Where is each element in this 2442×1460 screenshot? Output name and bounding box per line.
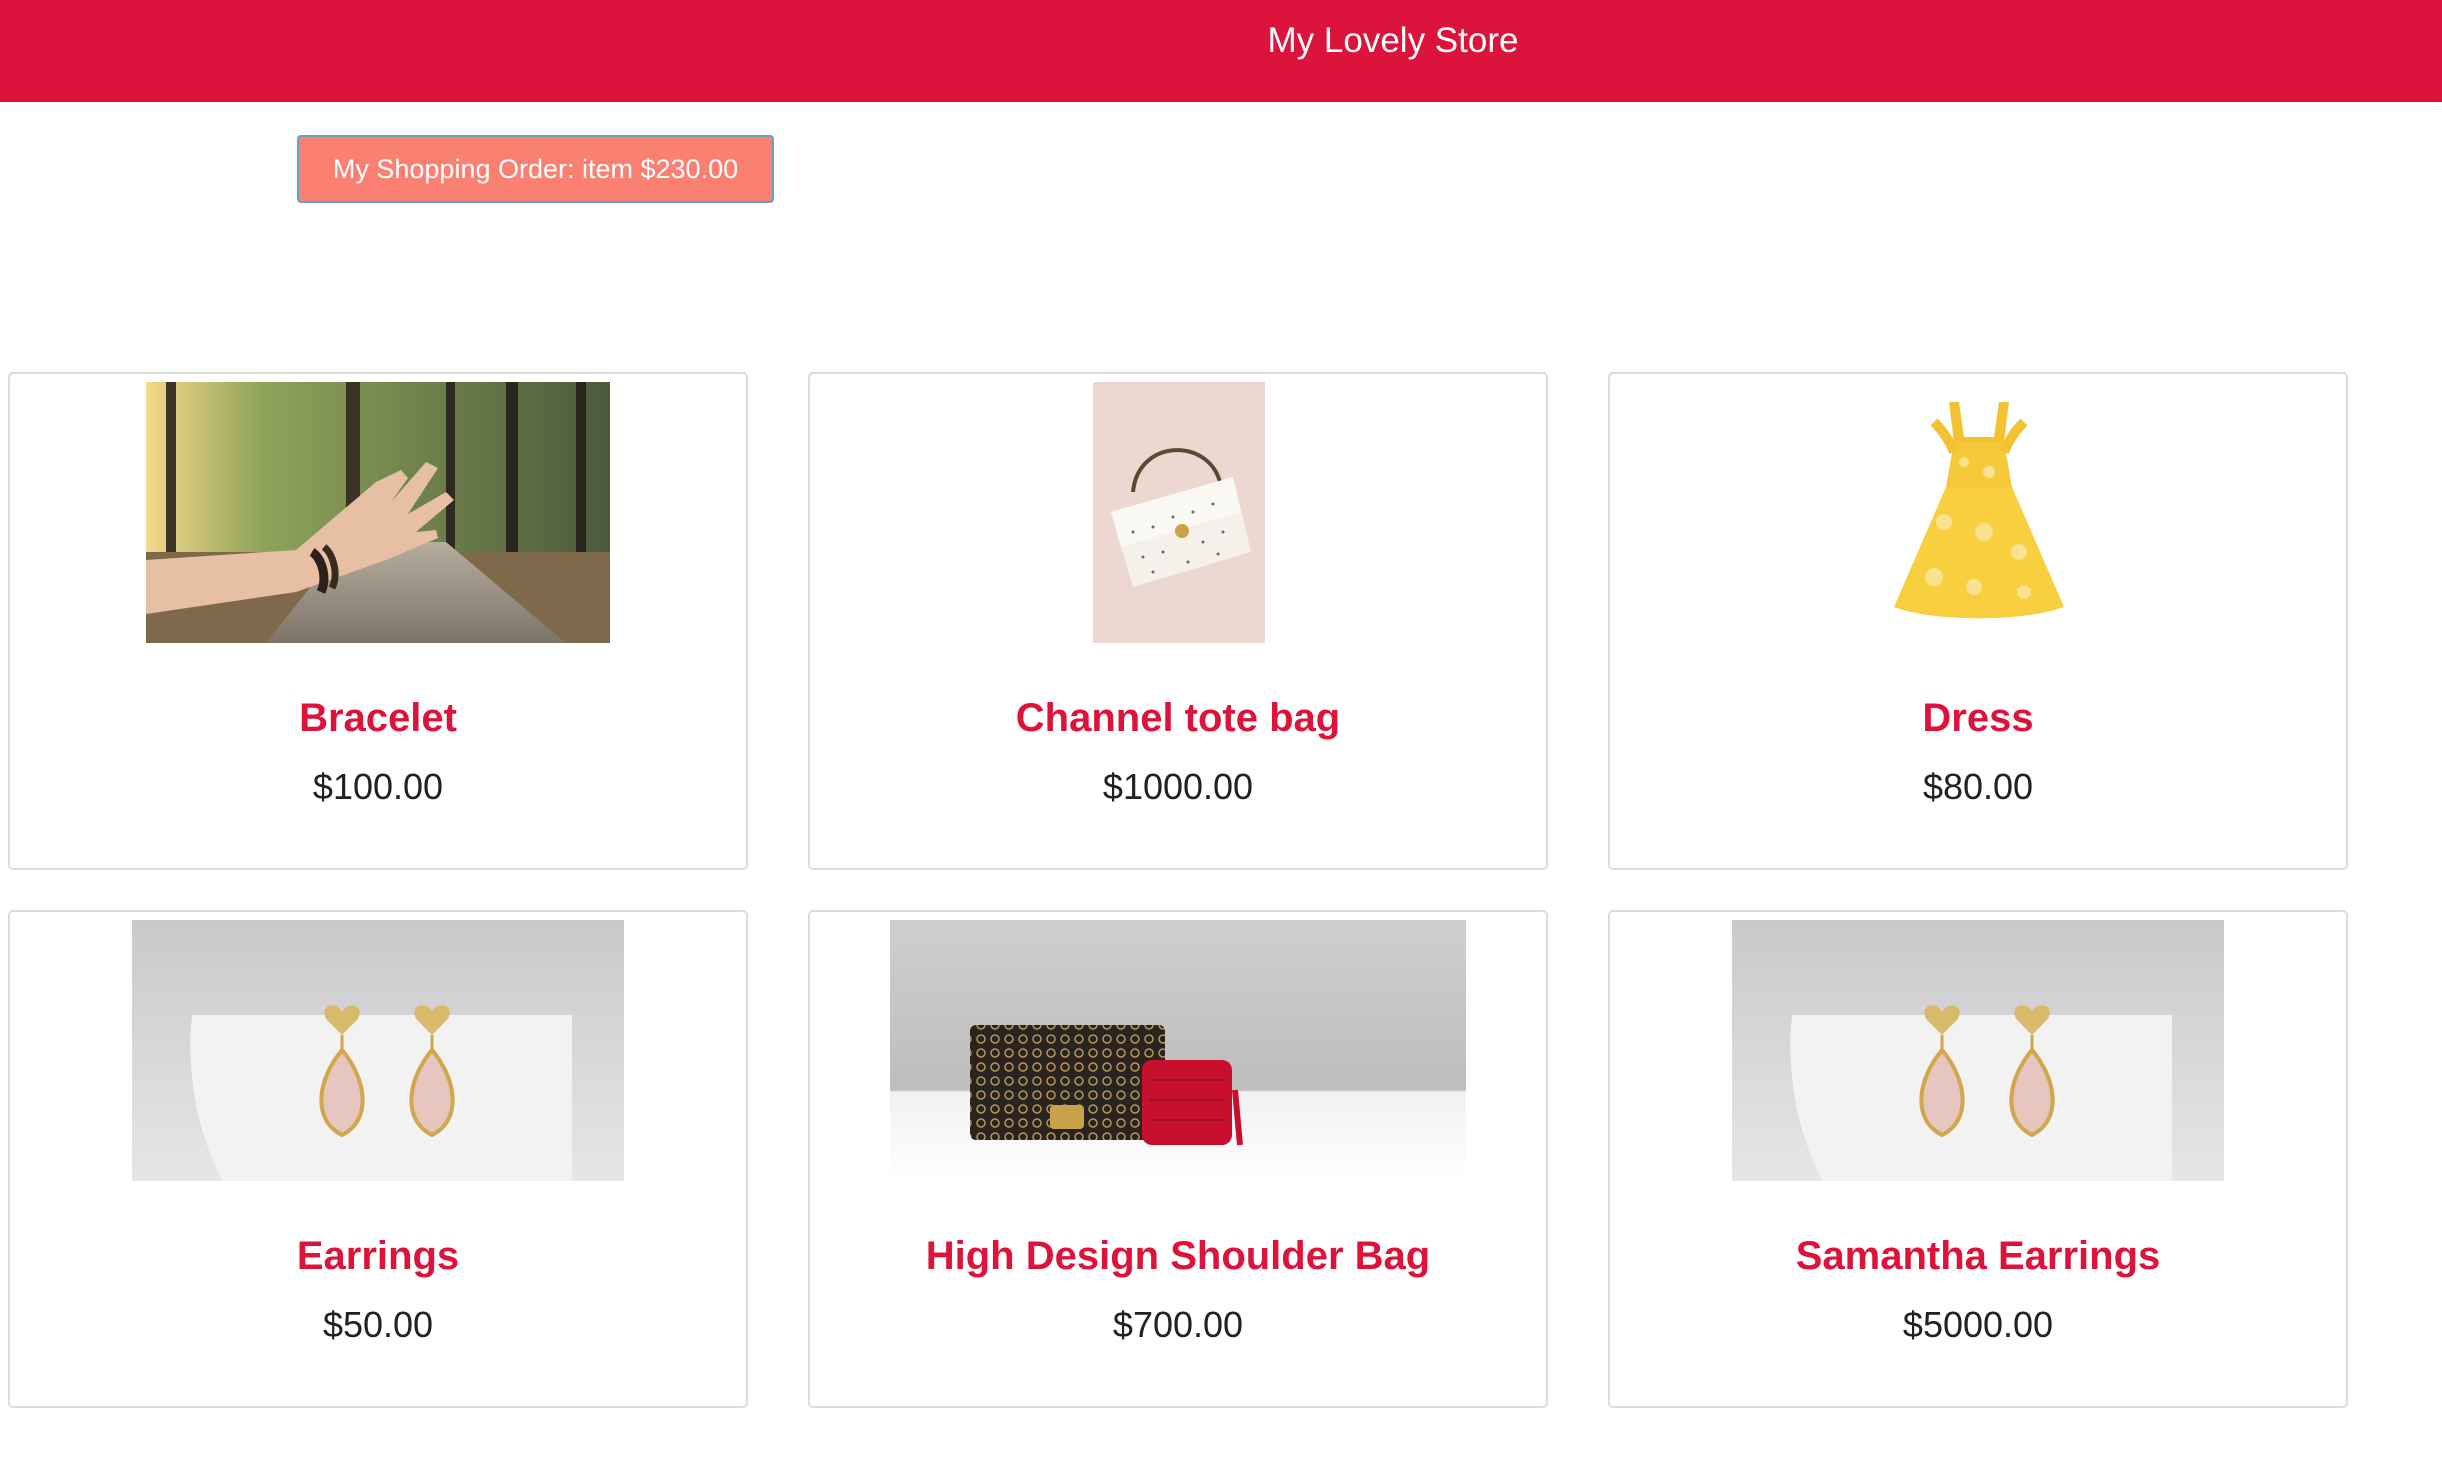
product-price: $5000.00 xyxy=(1902,1304,2054,1345)
product-price: $1000.00 xyxy=(1102,766,1254,807)
product-name[interactable]: Dress xyxy=(1610,694,2346,742)
product-image[interactable] xyxy=(890,920,1466,1181)
product-name[interactable]: Samantha Earrings xyxy=(1610,1232,2346,1280)
product-card[interactable]: Dress $80.00 xyxy=(1608,372,2348,870)
product-image[interactable] xyxy=(1093,382,1265,643)
product-name[interactable]: High Design Shoulder Bag xyxy=(810,1232,1546,1280)
product-price: $80.00 xyxy=(1922,766,2034,807)
product-image[interactable] xyxy=(146,382,610,643)
product-name[interactable]: Earrings xyxy=(10,1232,746,1280)
product-card[interactable]: Samantha Earrings $5000.00 xyxy=(1608,910,2348,1408)
product-price: $50.00 xyxy=(322,1304,434,1345)
product-image[interactable] xyxy=(1732,920,2224,1181)
product-price: $700.00 xyxy=(1112,1304,1244,1345)
shopping-order-button[interactable]: My Shopping Order: item $230.00 xyxy=(297,135,774,203)
product-name[interactable]: Bracelet xyxy=(10,694,746,742)
product-name[interactable]: Channel tote bag xyxy=(810,694,1546,742)
product-price: $100.00 xyxy=(312,766,444,807)
product-card[interactable]: Channel tote bag $1000.00 xyxy=(808,372,1548,870)
product-card[interactable]: Bracelet $100.00 xyxy=(8,372,748,870)
product-card[interactable]: Earrings $50.00 xyxy=(8,910,748,1408)
product-card[interactable]: High Design Shoulder Bag $700.00 xyxy=(808,910,1548,1408)
store-title: My Lovely Store xyxy=(1267,21,1519,60)
product-image[interactable] xyxy=(1854,382,2104,643)
store-header: My Lovely Store xyxy=(0,0,2442,102)
product-image[interactable] xyxy=(132,920,624,1181)
